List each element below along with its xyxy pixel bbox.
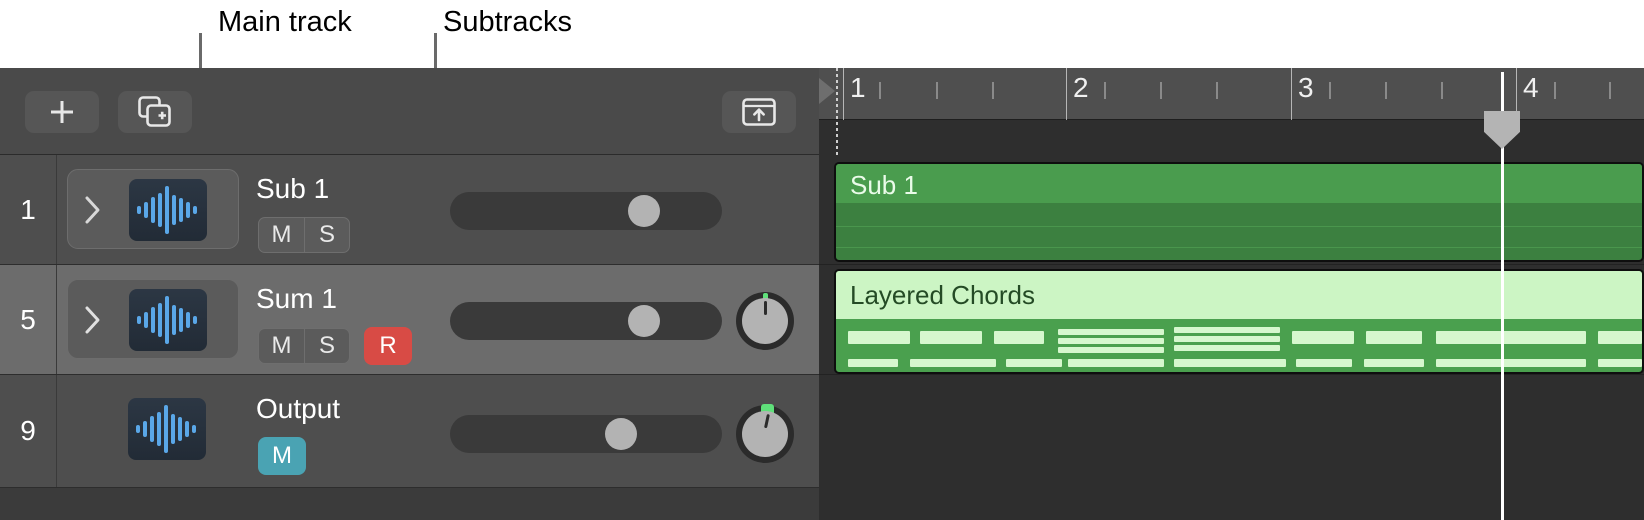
region-title: Sub 1 — [850, 170, 918, 200]
ruler-beats-lane[interactable] — [819, 120, 1644, 155]
midi-region[interactable]: Layered Chords — [834, 269, 1644, 374]
mute-button[interactable]: M — [258, 437, 306, 475]
track-header[interactable]: 9 Output M — [0, 375, 819, 488]
add-track-button[interactable] — [25, 91, 99, 133]
track-header[interactable]: 5 Sum 1 M S R — [0, 265, 819, 375]
logic-tracks-area-screenshot: Main track Subtracks 1 2 3 4 1 Sub 1 M S… — [0, 0, 1644, 520]
track-number-cell: 9 — [0, 375, 57, 487]
chevron-right-icon[interactable] — [82, 194, 104, 226]
track-header[interactable]: 1 Sub 1 M S — [0, 155, 819, 265]
track-icon-frame[interactable] — [67, 169, 239, 249]
chevron-right-icon[interactable] — [82, 304, 104, 336]
arrange-lane[interactable]: Sub 1 — [819, 155, 1644, 265]
cycle-start-dotted-line — [836, 68, 838, 155]
volume-slider[interactable] — [450, 415, 722, 453]
beat-tick — [879, 82, 881, 99]
solo-button[interactable]: S — [304, 217, 350, 253]
plus-icon — [51, 101, 73, 123]
tracks-window: 1 2 3 4 1 Sub 1 M S 5 Sum 1 M S R 9 Outp… — [0, 68, 1644, 520]
pan-knob[interactable] — [736, 404, 794, 463]
region-header — [836, 164, 1642, 203]
bar-gridline — [843, 68, 844, 120]
track-number-cell: 1 — [0, 155, 57, 264]
solo-button[interactable]: S — [304, 328, 350, 364]
volume-slider-knob[interactable] — [628, 195, 660, 227]
track-number-cell: 5 — [0, 265, 57, 374]
show-editor-button[interactable] — [722, 91, 796, 133]
region-title: Layered Chords — [850, 280, 1035, 310]
beat-tick — [1554, 82, 1556, 99]
callout-subtracks: Subtracks — [443, 6, 572, 38]
track-headers-toolbar — [0, 68, 819, 155]
beat-tick — [992, 82, 994, 99]
audio-region[interactable]: Sub 1 — [834, 162, 1644, 262]
beat-tick — [1329, 82, 1331, 99]
beat-tick — [1441, 82, 1443, 99]
bar-gridline — [1066, 68, 1067, 120]
volume-slider-knob[interactable] — [605, 418, 637, 450]
track-button-group: M S — [258, 217, 350, 253]
beat-tick — [936, 82, 938, 99]
show-editor-icon — [742, 98, 776, 126]
arrange-lane[interactable]: Layered Chords — [819, 265, 1644, 375]
project-start-marker-icon — [819, 78, 835, 104]
beat-tick — [1385, 82, 1387, 99]
bar-gridline — [1291, 68, 1292, 120]
audio-waveform-icon — [129, 179, 207, 241]
volume-slider[interactable] — [450, 192, 722, 230]
beat-tick — [1104, 82, 1106, 99]
beat-tick — [1609, 82, 1611, 99]
track-number: 1 — [20, 193, 36, 225]
ruler-bars-lane[interactable] — [819, 68, 1644, 120]
pan-knob-pointer — [764, 301, 767, 315]
bar-number: 3 — [1298, 72, 1314, 103]
bar-number: 1 — [850, 72, 866, 103]
pan-knob[interactable] — [736, 292, 794, 350]
track-button-group: M S R — [258, 327, 412, 365]
track-number: 9 — [20, 415, 36, 446]
arrange-area[interactable]: Sub 1 Layered Chords — [819, 155, 1644, 520]
callout-main-track: Main track — [218, 6, 352, 38]
arrange-lane[interactable] — [819, 375, 1644, 520]
track-name[interactable]: Sub 1 — [256, 175, 329, 203]
track-icon-frame[interactable] — [67, 389, 239, 469]
volume-slider-knob[interactable] — [628, 305, 660, 337]
track-button-group: M — [258, 437, 306, 475]
track-icon-frame[interactable] — [67, 279, 239, 359]
duplicate-track-icon — [138, 96, 171, 127]
mute-button[interactable]: M — [258, 328, 304, 364]
track-name[interactable]: Output — [256, 395, 340, 423]
beat-tick — [1160, 82, 1162, 99]
audio-waveform-icon — [128, 398, 206, 460]
bar-number: 2 — [1073, 72, 1089, 103]
track-name[interactable]: Sum 1 — [256, 285, 337, 313]
record-enable-button[interactable]: R — [364, 327, 412, 365]
volume-slider[interactable] — [450, 302, 722, 340]
track-number: 5 — [20, 303, 36, 335]
bar-number: 4 — [1523, 72, 1539, 103]
audio-waveform-icon — [129, 289, 207, 351]
beat-tick — [1216, 82, 1218, 99]
mute-button[interactable]: M — [258, 217, 304, 253]
duplicate-track-button[interactable] — [118, 91, 192, 133]
bar-ruler[interactable]: 1 2 3 4 — [819, 68, 1644, 155]
